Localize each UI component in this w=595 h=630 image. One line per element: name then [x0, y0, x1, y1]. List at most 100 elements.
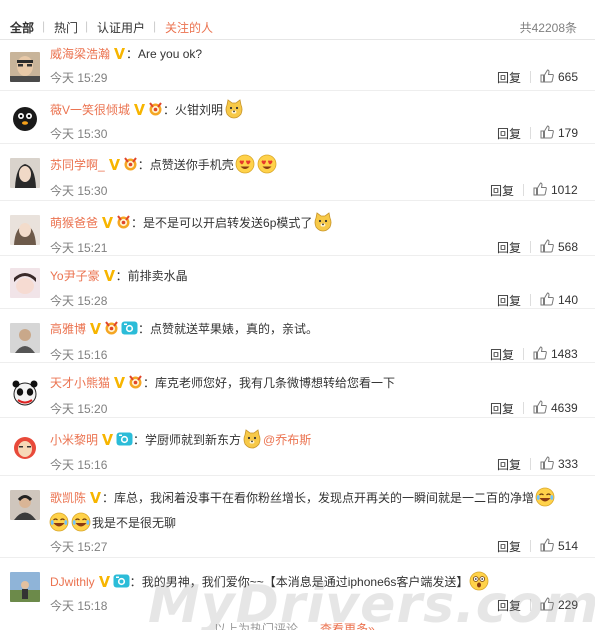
reply-button[interactable]: 回复: [497, 239, 521, 256]
action-divider: [530, 294, 531, 306]
comment-text: Are you ok?: [138, 47, 203, 61]
reply-button[interactable]: 回复: [490, 182, 514, 199]
comment-text-continued: 我是不是很无聊: [92, 516, 177, 530]
reply-button[interactable]: 回复: [497, 69, 521, 86]
comment-separator: ：: [138, 322, 151, 336]
thumbs-up-icon: [540, 69, 554, 83]
comment-time: 今天 15:29: [50, 71, 108, 85]
avatar[interactable]: [10, 432, 40, 462]
like-count: 140: [558, 293, 579, 307]
thumbs-up-icon: [540, 292, 554, 306]
username[interactable]: 高雅博: [50, 322, 86, 336]
medal-icon: [116, 215, 131, 229]
comment-text: 我的男神，我们爱你~~【本消息是通过iphone6s客户端发送】: [141, 575, 469, 589]
heart-eyes-emoji-icon: [257, 154, 277, 174]
tab-divider: |: [153, 19, 157, 33]
comment-body: Yo尹子豪 ：前排卖水晶: [50, 267, 585, 285]
verified-badge-icon: [133, 103, 146, 116]
comment-time: 今天 15:16: [50, 348, 108, 362]
medal-icon: [123, 157, 138, 171]
avatar[interactable]: [10, 490, 40, 520]
like-button[interactable]: 229: [540, 597, 578, 612]
comment-text: 学厨师就到新东方: [145, 433, 242, 447]
thumbs-up-icon: [540, 125, 554, 139]
user-mention-link[interactable]: @乔布斯: [263, 433, 311, 447]
like-button[interactable]: 1012: [533, 182, 578, 197]
tab-hot[interactable]: 热门: [54, 19, 78, 36]
username[interactable]: 薇V一笑很倾城: [50, 103, 130, 117]
like-button[interactable]: 665: [540, 69, 578, 84]
reply-button[interactable]: 回复: [490, 346, 514, 363]
reply-button[interactable]: 回复: [497, 125, 521, 142]
username[interactable]: 威海梁浩瀚: [50, 47, 110, 61]
verified-badge-icon: [101, 433, 114, 446]
tab-divider: |: [42, 19, 46, 33]
like-button[interactable]: 333: [540, 456, 578, 471]
action-divider: [530, 241, 531, 253]
reply-button[interactable]: 回复: [497, 456, 521, 473]
like-button[interactable]: 4639: [533, 400, 578, 415]
username[interactable]: 歌凯陈: [50, 491, 86, 505]
footer-text: 以上为热门评论，: [214, 622, 311, 630]
username[interactable]: 小米黎明: [50, 433, 98, 447]
medal-icon: [104, 321, 119, 335]
thumbs-up-icon: [533, 346, 547, 360]
comment-text: 库总，我闲着没事干在看你粉丝增长，发现点开再关的一瞬间就是一二百的净增: [114, 491, 535, 505]
like-button[interactable]: 568: [540, 239, 578, 254]
avatar[interactable]: [10, 158, 40, 188]
shocked-emoji-icon: [469, 571, 489, 591]
comment-separator: ：: [131, 216, 144, 230]
doge-emoji-icon: [313, 212, 333, 232]
reply-button[interactable]: 回复: [497, 538, 521, 555]
comment-item: 天才小熊猫 ：库克老师您好，我有几条微博想转给您看一下 今天 15:20 回复 4…: [0, 363, 595, 418]
action-divider: [530, 127, 531, 139]
verified-badge-icon: [103, 269, 116, 282]
verified-badge-icon: [113, 47, 126, 60]
verified-badge-icon: [98, 575, 111, 588]
username[interactable]: 苏同学啊_: [50, 158, 105, 172]
camera-badge-icon: [113, 574, 130, 588]
comment-body: 薇V一笑很倾城 ：火钳刘明: [50, 99, 585, 119]
comment-item: 高雅博 ：点赞就送苹果婊，真的，亲试。 今天 15:16 回复 1483: [0, 309, 595, 363]
like-button[interactable]: 1483: [533, 346, 578, 361]
avatar[interactable]: [10, 103, 40, 133]
comment-separator: ：: [129, 575, 142, 589]
avatar[interactable]: [10, 572, 40, 602]
laughing-tears-emoji-icon: [535, 487, 555, 507]
avatar[interactable]: [10, 268, 40, 298]
comment-item: Yo尹子豪 ：前排卖水晶 今天 15:28 回复 140: [0, 256, 595, 309]
comment-body: 威海梁浩瀚 ：Are you ok?: [50, 45, 585, 63]
avatar[interactable]: [10, 323, 40, 353]
like-button[interactable]: 514: [540, 538, 578, 553]
username[interactable]: 天才小熊猫: [50, 376, 110, 390]
view-more-link[interactable]: 查看更多»: [320, 622, 375, 630]
doge-emoji-icon: [242, 429, 262, 449]
comment-time: 今天 15:28: [50, 294, 108, 308]
comment-separator: ：: [102, 491, 115, 505]
tab-following[interactable]: 关注的人: [165, 19, 213, 36]
like-button[interactable]: 140: [540, 292, 578, 307]
tab-verified[interactable]: 认证用户: [97, 19, 145, 36]
comment-item: 小米黎明 ：学厨师就到新东方 @乔布斯 今天 15:16 回复 333: [0, 418, 595, 476]
comments-footer: 以上为热门评论， 查看更多»: [214, 620, 375, 630]
thumbs-up-icon: [540, 538, 554, 552]
reply-button[interactable]: 回复: [490, 400, 514, 417]
avatar[interactable]: [10, 52, 40, 82]
reply-button[interactable]: 回复: [497, 292, 521, 309]
like-button[interactable]: 179: [540, 125, 578, 140]
like-count: 4639: [551, 401, 578, 415]
thumbs-up-icon: [533, 400, 547, 414]
username[interactable]: DJwithly: [50, 575, 95, 589]
reply-button[interactable]: 回复: [497, 597, 521, 614]
avatar[interactable]: [10, 377, 40, 407]
username[interactable]: 萌猴爸爸: [50, 216, 98, 230]
tab-divider: |: [85, 19, 89, 33]
avatar[interactable]: [10, 215, 40, 245]
username[interactable]: Yo尹子豪: [50, 269, 100, 283]
heart-eyes-emoji-icon: [235, 154, 255, 174]
comment-body: 天才小熊猫 ：库克老师您好，我有几条微博想转给您看一下: [50, 374, 585, 392]
tab-all[interactable]: 全部: [10, 19, 34, 36]
laughing-tears-emoji-icon: [71, 512, 91, 532]
verified-badge-icon: [108, 158, 121, 171]
comment-time: 今天 15:16: [50, 458, 108, 472]
